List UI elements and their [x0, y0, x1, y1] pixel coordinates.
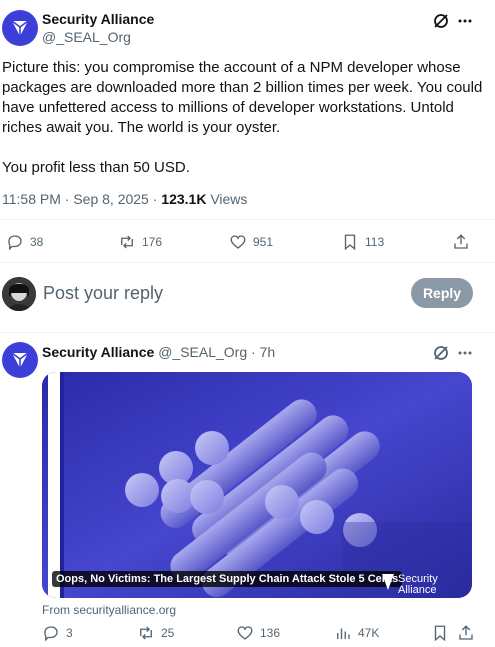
repost-count: 25 [161, 626, 175, 640]
more-options-icon[interactable] [457, 13, 473, 34]
views-count: 47K [358, 626, 380, 640]
reply-icon [8, 235, 22, 251]
bookmark-icon [434, 625, 446, 642]
bookmark-icon [344, 234, 356, 251]
seal-logo-icon [11, 20, 29, 36]
seal-logo-icon [382, 574, 394, 590]
reply-count: 38 [30, 235, 44, 249]
seal-logo-icon [11, 352, 29, 368]
author-name[interactable]: Security Alliance [42, 11, 154, 27]
card-brand-text-2: Alliance [398, 584, 437, 596]
like-action[interactable]: 951 [229, 233, 273, 251]
views-count: 123.1K [161, 191, 207, 207]
tweet-timestamp[interactable]: 11:58 PM · Sep 8, 2025 · [2, 191, 161, 207]
like-count: 136 [260, 626, 281, 640]
author-avatar[interactable] [2, 10, 38, 46]
grok-icon[interactable] [432, 12, 450, 35]
bookmark-action[interactable] [431, 624, 449, 642]
card-source[interactable]: From securityalliance.org [42, 603, 176, 617]
current-user-avatar[interactable] [2, 277, 36, 311]
analytics-icon [337, 628, 350, 639]
tweet-time[interactable]: · 7h [251, 344, 275, 360]
divider [0, 332, 495, 333]
card-brand-logo: Security Alliance [382, 574, 438, 596]
repost-icon [140, 626, 152, 640]
like-count: 951 [253, 235, 274, 249]
reply-count: 3 [66, 626, 73, 640]
reply-action[interactable]: 38 [6, 233, 43, 251]
share-icon [454, 234, 468, 249]
repost-icon [121, 235, 133, 249]
author-name[interactable]: Security Alliance [42, 344, 154, 360]
divider [0, 262, 495, 263]
repost-count: 176 [142, 235, 163, 249]
share-icon [459, 625, 473, 640]
repost-action[interactable]: 25 [137, 624, 174, 642]
heart-icon [230, 235, 246, 249]
reply-input[interactable]: Post your reply [43, 283, 163, 304]
grok-icon[interactable] [432, 344, 450, 367]
tweet-meta: 11:58 PM · Sep 8, 2025 · 123.1K Views [2, 191, 247, 207]
bookmark-count: 113 [365, 235, 385, 249]
share-action[interactable] [452, 233, 470, 251]
divider [0, 219, 495, 220]
heart-icon [237, 626, 253, 640]
reply-icon [44, 626, 58, 642]
cylinders-illustration [42, 372, 472, 598]
like-action[interactable]: 136 [236, 624, 280, 642]
reply-action[interactable]: 3 [42, 624, 73, 642]
share-action[interactable] [457, 624, 475, 642]
author-handle[interactable]: @_SEAL_Org [158, 344, 247, 360]
tweet-text-paragraph-1: Picture this: you compromise the account… [2, 59, 483, 136]
repost-action[interactable]: 176 [118, 233, 162, 251]
views-label: Views [206, 191, 248, 207]
tweet-text-paragraph-2: You profit less than 50 USD. [2, 159, 190, 176]
author-handle[interactable]: @_SEAL_Org [42, 29, 131, 45]
tweet-header: Security Alliance @_SEAL_Org · 7h [42, 344, 275, 360]
bookmark-action[interactable]: 113 [341, 233, 384, 251]
author-avatar[interactable] [2, 342, 38, 378]
views-action[interactable]: 47K [334, 624, 379, 642]
card-caption: Oops, No Victims: The Largest Supply Cha… [52, 571, 403, 587]
link-card-image[interactable]: Oops, No Victims: The Largest Supply Cha… [42, 372, 472, 598]
reply-button[interactable]: Reply [411, 278, 473, 308]
more-options-icon[interactable] [457, 345, 473, 366]
